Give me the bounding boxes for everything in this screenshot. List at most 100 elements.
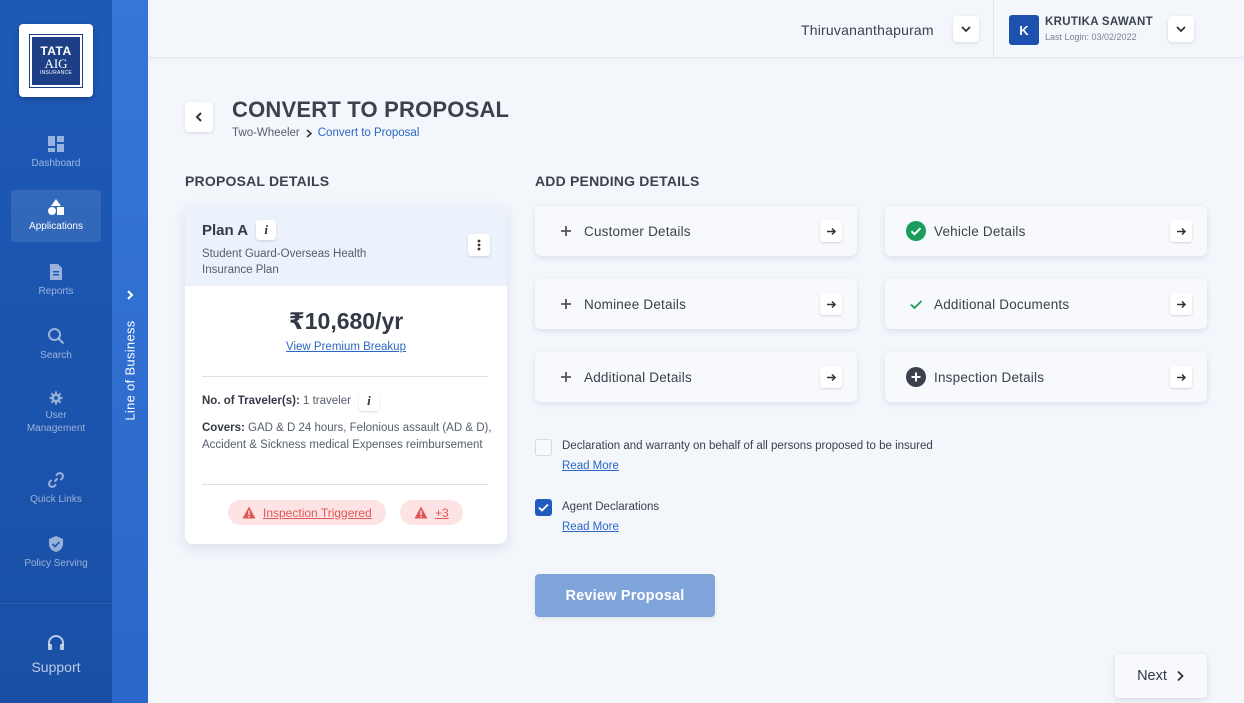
plus-icon xyxy=(561,372,571,382)
divider xyxy=(202,484,488,485)
check-icon xyxy=(538,503,549,512)
more-alerts-badge[interactable]: +3 xyxy=(400,500,463,525)
sidebar-item-user-management[interactable]: User Management xyxy=(11,383,101,435)
chevron-down-icon xyxy=(961,26,971,33)
tile-inspection-details[interactable]: Inspection Details xyxy=(885,352,1207,402)
tile-vehicle-details[interactable]: Vehicle Details xyxy=(885,206,1207,256)
agent-declarations-checkbox[interactable] xyxy=(535,499,552,516)
divider xyxy=(993,0,994,58)
more-options-button[interactable] xyxy=(468,234,490,256)
check-icon xyxy=(910,300,923,310)
view-premium-breakup-link[interactable]: View Premium Breakup xyxy=(185,341,507,353)
inspection-alert-badge[interactable]: Inspection Triggered xyxy=(228,500,386,525)
user-menu-button[interactable] xyxy=(1168,16,1194,42)
travelers-label: No. of Traveler(s): xyxy=(202,395,300,407)
tile-label: Nominee Details xyxy=(584,296,687,312)
plan-subtitle: Student Guard-Overseas Health Insurance … xyxy=(202,248,367,276)
line-of-business-panel[interactable]: Line of Business xyxy=(112,0,148,703)
user-management-icon xyxy=(49,391,63,405)
tile-additional-details[interactable]: Additional Details xyxy=(535,352,857,402)
reports-icon xyxy=(50,264,62,280)
arrow-right-icon xyxy=(826,373,836,381)
tile-additional-documents[interactable]: Additional Documents xyxy=(885,279,1207,329)
arrow-right-icon xyxy=(1176,373,1186,381)
travelers-value: 1 traveler xyxy=(302,395,351,407)
arrow-right-icon xyxy=(826,300,836,308)
premium-price: ₹10,680/yr xyxy=(288,308,404,334)
arrow-right-icon xyxy=(826,227,836,235)
location-dropdown-button[interactable] xyxy=(953,16,979,42)
top-bar: Thiruvananthapuram K KRUTIKA SAWANT Last… xyxy=(148,0,1244,58)
user-name: KRUTIKA SAWANT xyxy=(1045,16,1153,28)
covers-label: Covers: xyxy=(202,422,245,434)
arrow-right-button[interactable] xyxy=(820,220,842,242)
arrow-right-button[interactable] xyxy=(1170,220,1192,242)
headset-icon xyxy=(48,634,64,650)
chevron-right-icon[interactable] xyxy=(124,288,136,302)
sidebar-item-policy-serving[interactable]: Policy Serving xyxy=(11,527,101,579)
info-icon[interactable]: i xyxy=(256,220,277,240)
shield-icon xyxy=(49,536,63,552)
info-icon[interactable]: i xyxy=(358,391,379,411)
tile-label: Additional Details xyxy=(584,369,692,385)
breadcrumb-item[interactable]: Two-Wheeler xyxy=(232,127,300,139)
plus-icon xyxy=(561,299,571,309)
sidebar-item-reports[interactable]: Reports xyxy=(11,255,101,307)
read-more-link[interactable]: Read More xyxy=(562,460,619,472)
plan-name: Plan A xyxy=(202,221,249,239)
sidebar-item-label: Reports xyxy=(38,286,74,297)
last-login: Last Login: 03/02/2022 xyxy=(1045,32,1137,42)
tile-customer-details[interactable]: Customer Details xyxy=(535,206,857,256)
sidebar-item-applications[interactable]: Applications xyxy=(11,190,101,242)
declaration-warranty-label: Declaration and warranty on behalf of al… xyxy=(562,440,933,452)
next-label: Next xyxy=(1137,668,1167,684)
next-button[interactable]: Next xyxy=(1115,654,1207,698)
search-icon xyxy=(48,328,65,345)
sidebar-item-label: Policy Serving xyxy=(24,558,88,569)
link-icon xyxy=(48,472,64,488)
agent-declarations-label: Agent Declarations xyxy=(562,501,660,513)
tile-label: Customer Details xyxy=(584,223,691,239)
sidebar-item-label: Quick Links xyxy=(30,494,82,505)
arrow-right-icon xyxy=(1176,227,1186,235)
avatar[interactable]: K xyxy=(1009,15,1039,45)
logo-text: AIG xyxy=(44,56,68,71)
sidebar-item-dashboard[interactable]: Dashboard xyxy=(11,127,101,179)
page-title: CONVERT TO PROPOSAL xyxy=(232,97,510,122)
declaration-warranty-checkbox[interactable] xyxy=(535,439,552,456)
travelers-row: No. of Traveler(s): 1 traveler i xyxy=(202,391,379,411)
breadcrumb-current: Convert to Proposal xyxy=(317,127,420,139)
location-label: Thiruvananthapuram xyxy=(801,22,934,38)
support-label: Support xyxy=(31,658,81,675)
pending-details-heading: ADD PENDING DETAILS xyxy=(535,173,700,189)
covers-value: GAD & D 24 hours, Felonious assault (AD … xyxy=(202,422,492,451)
line-of-business-label: Line of Business xyxy=(122,319,138,421)
review-proposal-button[interactable]: Review Proposal xyxy=(535,574,715,617)
arrow-right-button[interactable] xyxy=(820,366,842,388)
chevron-left-icon xyxy=(195,112,202,122)
plus-circle-icon xyxy=(906,367,926,387)
plan-card: Plan A i Student Guard-Overseas Health I… xyxy=(185,206,507,544)
support-button[interactable]: Support xyxy=(0,603,112,703)
tile-nominee-details[interactable]: Nominee Details xyxy=(535,279,857,329)
arrow-right-button[interactable] xyxy=(1170,293,1192,315)
sidebar-item-quick-links[interactable]: Quick Links xyxy=(11,463,101,515)
chevron-right-icon xyxy=(306,128,312,138)
check-circle-icon xyxy=(906,221,926,241)
tata-aig-logo[interactable]: TATA AIG INSURANCE xyxy=(19,24,93,97)
sidebar-item-label: Search xyxy=(40,350,72,361)
logo-text: INSURANCE xyxy=(39,70,73,76)
sidebar-item-search[interactable]: Search xyxy=(11,319,101,371)
tile-label: Vehicle Details xyxy=(934,223,1026,239)
sidebar-item-label: Dashboard xyxy=(31,158,81,169)
tile-label: Inspection Details xyxy=(934,369,1045,385)
proposal-details-heading: PROPOSAL DETAILS xyxy=(185,173,330,189)
inspection-alert-label: Inspection Triggered xyxy=(263,505,372,520)
kebab-icon xyxy=(477,239,481,251)
back-button[interactable] xyxy=(185,102,213,132)
more-alerts-count: +3 xyxy=(435,505,449,520)
arrow-right-button[interactable] xyxy=(820,293,842,315)
read-more-link[interactable]: Read More xyxy=(562,521,619,533)
divider xyxy=(202,376,488,377)
arrow-right-button[interactable] xyxy=(1170,366,1192,388)
